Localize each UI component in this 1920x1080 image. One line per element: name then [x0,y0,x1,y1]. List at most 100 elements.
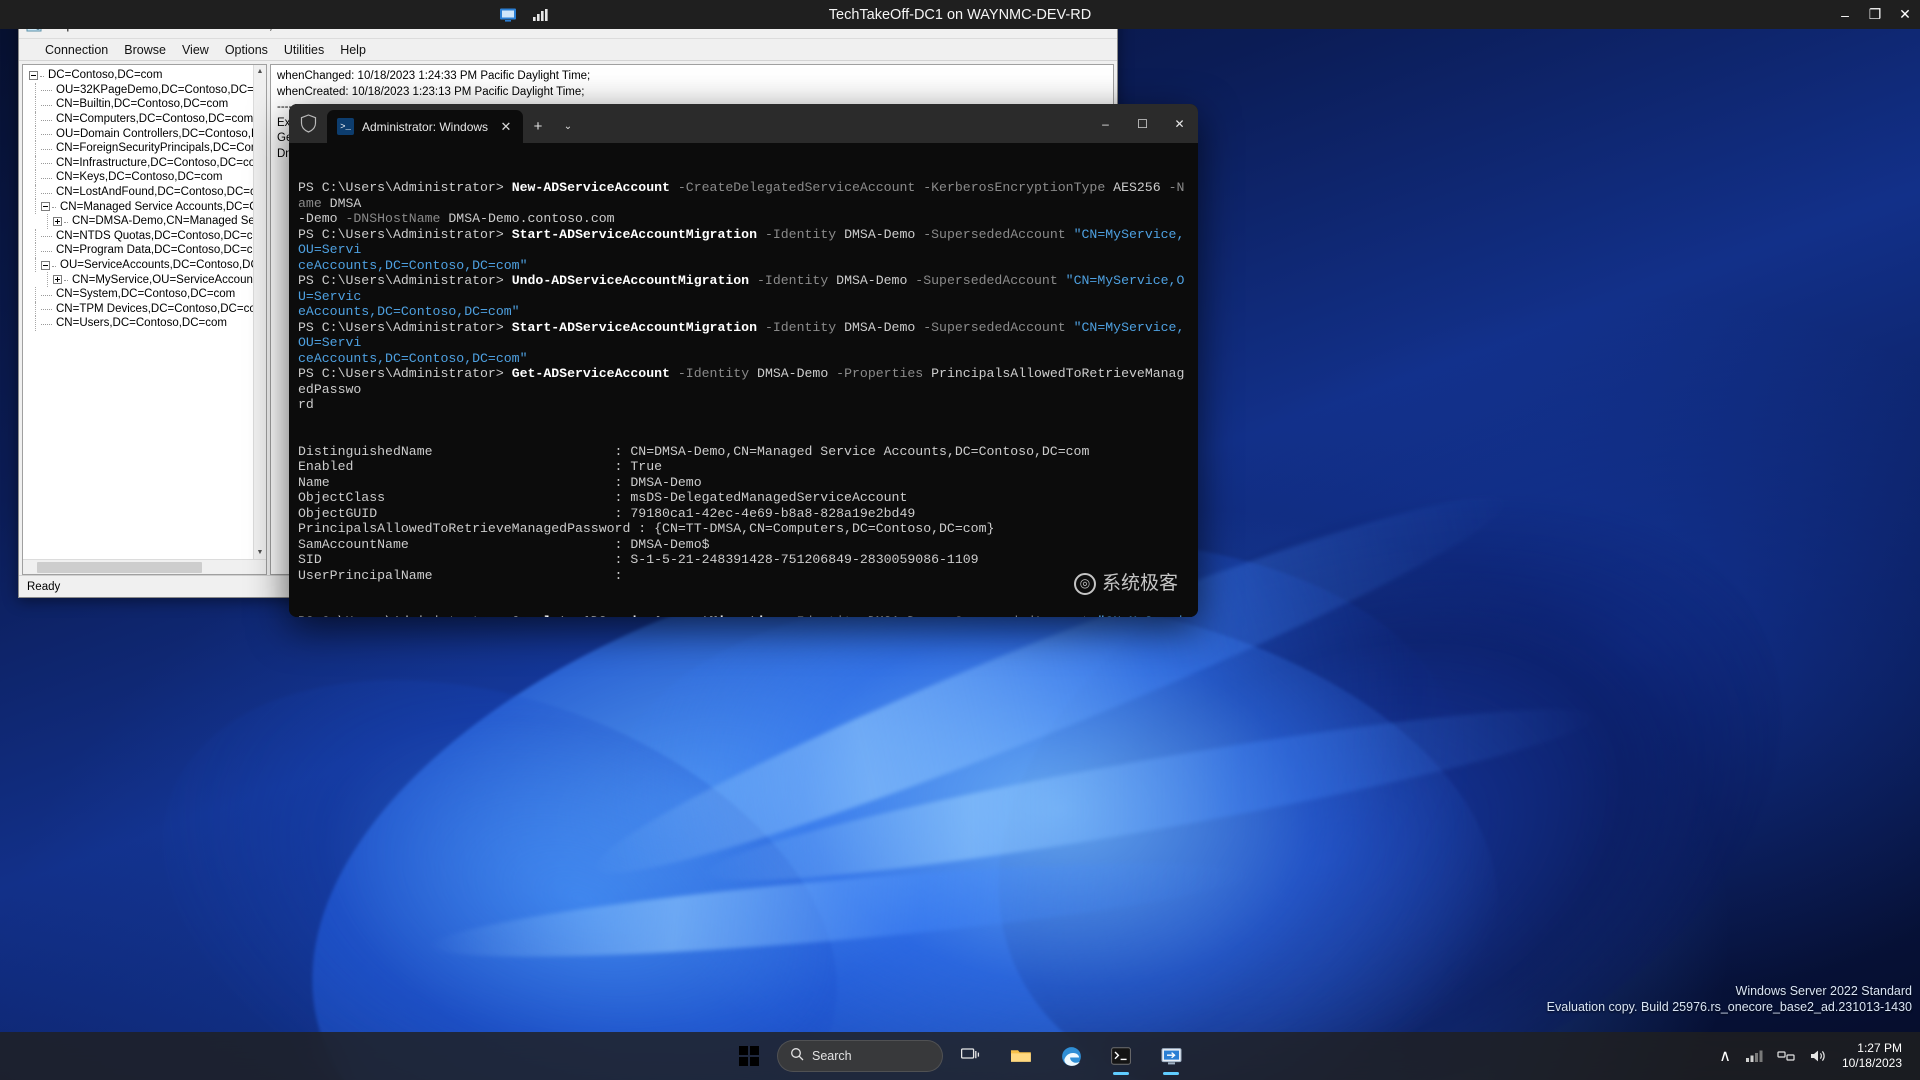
minimize-button[interactable]: – [1087,104,1124,143]
tree-collapse-icon[interactable] [41,260,50,270]
terminal-segment: Get-ADServiceAccount [511,366,678,381]
ldp-tree-list[interactable]: DC=Contoso,DC=com OU=32KPageDemo,DC=Conto… [23,65,253,559]
tree-connector [64,280,68,282]
start-button[interactable] [727,1036,771,1076]
new-tab-button[interactable]: + [523,110,553,143]
rdp-window-controls[interactable]: – ❐ ✕ [1830,0,1920,29]
terminal-segment: PS C:\Users\Administrator> [298,273,512,288]
clock[interactable]: 1:27 PM 10/18/2023 [1836,1036,1912,1076]
tree-guide-line [35,170,36,185]
terminal-segment: Undo-ADServiceAccountMigration [511,273,758,288]
taskbar[interactable]: Search ∧ 1:27 PM 10/18/2023 [0,1032,1920,1080]
tray-volume-icon[interactable] [1804,1036,1832,1076]
rdp-restore-button[interactable]: ❐ [1860,0,1890,29]
terminal-segment: New-ADServiceAccount [511,180,678,195]
tree-horizontal-scrollbar[interactable] [23,559,266,574]
tree-connector [41,309,52,311]
terminal-segment: DMSA-Demo.contoso.com [448,211,615,226]
terminal-segment: -Identity [789,614,868,617]
system-tray[interactable]: ∧ 1:27 PM 10/18/2023 [1714,1032,1920,1080]
taskbar-file-explorer[interactable] [999,1036,1043,1076]
tree-node[interactable]: CN=MyService,OU=ServiceAccounts,DC=Co [25,272,253,287]
tree-node[interactable]: CN=NTDS Quotas,DC=Contoso,DC=com [25,228,253,244]
tree-node[interactable]: CN=Computers,DC=Contoso,DC=com [25,111,253,127]
rdp-close-button[interactable]: ✕ [1890,0,1920,29]
chevron-down-icon[interactable]: ⌄ [553,110,583,143]
scroll-down-arrow-icon[interactable]: ▼ [254,546,266,559]
close-tab-icon[interactable]: ✕ [497,118,515,136]
tree-node-label: CN=DMSA-Demo,CN=Managed Service Ac [72,215,253,228]
tree-node[interactable]: CN=Users,DC=Contoso,DC=com [25,316,253,331]
terminal-line: PS C:\Users\Administrator> Undo-ADServic… [298,273,1189,304]
powershell-window[interactable]: >_ Administrator: Windows Powe ✕ + ⌄ – ☐… [289,104,1198,617]
tray-network-status-icon[interactable] [1740,1036,1768,1076]
tray-network-icon[interactable] [1772,1036,1800,1076]
tree-connector [52,265,56,267]
taskbar-task-view[interactable] [949,1036,993,1076]
search-box[interactable]: Search [777,1040,943,1072]
terminal-window-controls[interactable]: – ☐ ✕ [1087,104,1198,143]
watermark-text: 系统极客 [1101,572,1178,595]
terminal-segment: Name : DMSA-Demo [298,474,702,490]
menu-options[interactable]: Options [217,41,276,59]
tree-connector [41,323,52,325]
tree-connector [41,250,52,252]
tree-node[interactable]: CN=Infrastructure,DC=Contoso,DC=com [25,155,253,171]
tree-hscroll-thumb[interactable] [37,561,202,573]
maximize-button[interactable]: ☐ [1124,104,1161,143]
tree-node[interactable]: CN=DMSA-Demo,CN=Managed Service Ac [25,213,253,229]
terminal-segment: DMSA-Demo [836,273,916,288]
ldp-menubar[interactable]: Connection Browse View Options Utilities… [19,39,1117,61]
tray-chevron-up-icon[interactable]: ∧ [1714,1036,1736,1076]
tree-node[interactable]: CN=Keys,DC=Contoso,DC=com [25,170,253,185]
close-button[interactable]: ✕ [1161,104,1198,143]
tree-guide-line [47,272,48,287]
tree-node[interactable]: CN=Program Data,DC=Contoso,DC=com [25,243,253,258]
menu-browse[interactable]: Browse [116,41,174,59]
tree-connector [41,192,52,194]
taskbar-remote-desktop[interactable] [1149,1036,1193,1076]
tree-node[interactable]: CN=Builtin,DC=Contoso,DC=com [25,97,253,112]
tree-vertical-scrollbar[interactable]: ▲ ▼ [253,65,266,559]
menu-view[interactable]: View [174,41,217,59]
tree-node[interactable]: CN=Managed Service Accounts,DC=Contoso,D [25,199,253,214]
tree-guide-line [35,126,36,141]
tree-expand-icon[interactable] [53,275,62,285]
tree-expand-icon[interactable] [53,216,62,226]
rdp-connection-bar[interactable]: TechTakeOff-DC1 on WAYNMC-DEV-RD – ❐ ✕ [0,0,1920,29]
terminal-segment: -KerberosEncryptionType [923,180,1114,195]
tree-collapse-icon[interactable] [41,202,50,212]
terminal-line: PS C:\Users\Administrator> New-ADService… [298,180,1189,211]
scroll-track[interactable] [254,78,266,546]
rdp-minimize-button[interactable]: – [1830,0,1860,29]
ldp-output-line: whenChanged: 10/18/2023 1:24:33 PM Pacif… [277,70,591,82]
taskbar-center-group[interactable]: Search [727,1032,1193,1080]
taskbar-terminal[interactable] [1099,1036,1143,1076]
menu-utilities[interactable]: Utilities [276,41,332,59]
scroll-up-arrow-icon[interactable]: ▲ [254,65,266,78]
terminal-tab-bar[interactable]: >_ Administrator: Windows Powe ✕ + ⌄ – ☐… [289,104,1198,143]
terminal-console-output[interactable]: PS C:\Users\Administrator> New-ADService… [289,143,1198,617]
terminal-tab-active[interactable]: >_ Administrator: Windows Powe ✕ [327,110,523,143]
tree-connector [40,75,44,77]
tree-node[interactable]: OU=ServiceAccounts,DC=Contoso,DC=com [25,257,253,273]
tree-node[interactable]: OU=32KPageDemo,DC=Contoso,DC=com [25,82,253,98]
tree-node[interactable]: OU=Domain Controllers,DC=Contoso,DC= [25,126,253,141]
terminal-segment: -Identity [764,226,845,242]
menu-help[interactable]: Help [332,41,374,59]
tree-collapse-icon[interactable] [29,70,38,80]
tree-node[interactable]: CN=ForeignSecurityPrincipals,DC=Contoso, [25,140,253,156]
tree-node[interactable]: CN=TPM Devices,DC=Contoso,DC=com [25,301,253,317]
tree-connector [41,294,52,296]
tree-node[interactable]: CN=LostAndFound,DC=Contoso,DC=com [25,184,253,200]
terminal-segment: DMSA-Demo [757,366,837,381]
tree-node[interactable]: CN=System,DC=Contoso,DC=com [25,286,253,302]
ldp-tree-pane[interactable]: DC=Contoso,DC=com OU=32KPageDemo,DC=Conto… [22,64,267,575]
menu-connection[interactable]: Connection [37,41,116,59]
tree-connector [41,104,52,106]
tree-node-label: OU=32KPageDemo,DC=Contoso,DC=com [56,83,253,96]
taskbar-edge[interactable] [1049,1036,1093,1076]
tree-node[interactable]: DC=Contoso,DC=com [25,68,253,83]
